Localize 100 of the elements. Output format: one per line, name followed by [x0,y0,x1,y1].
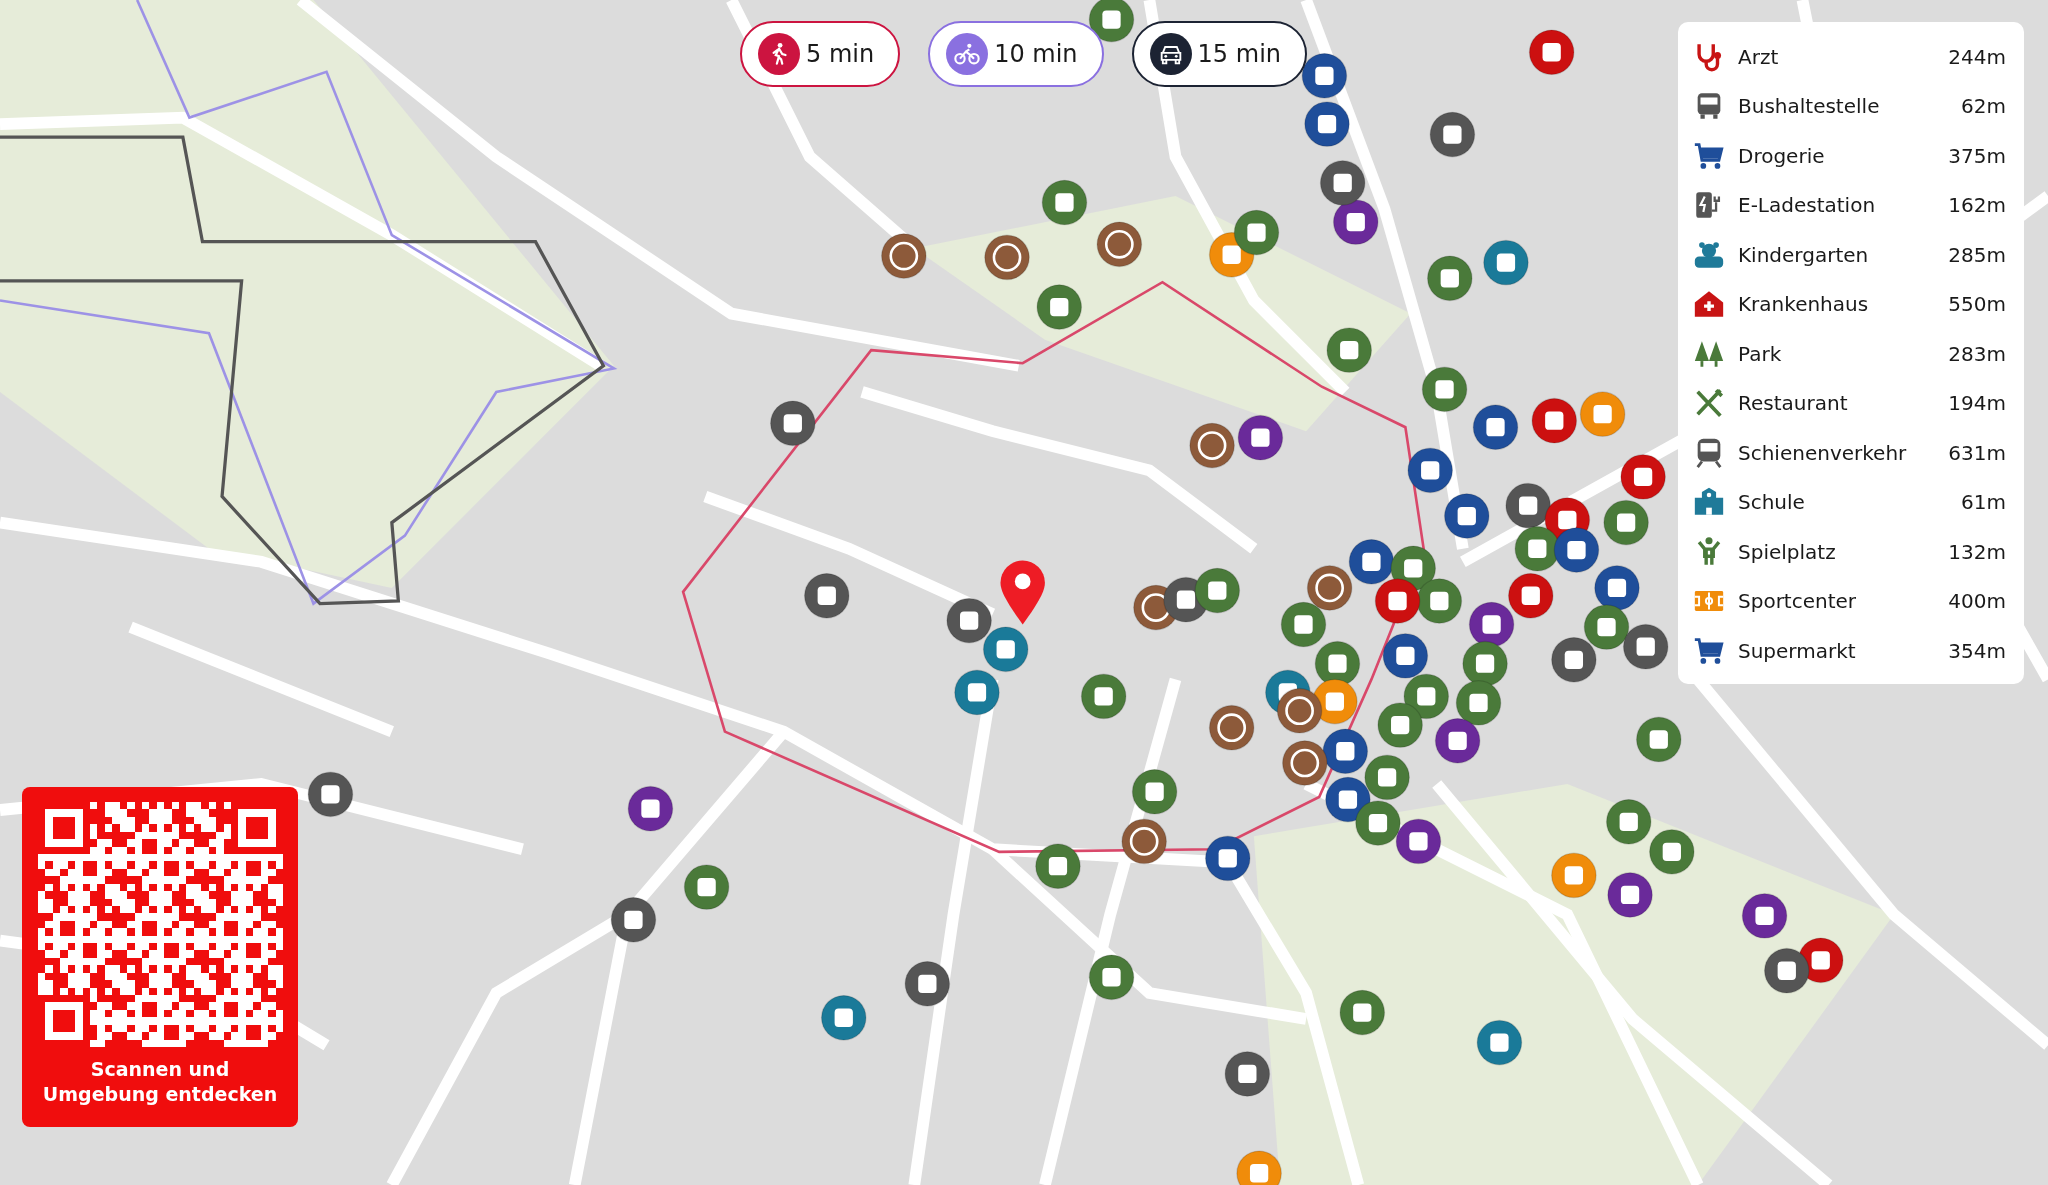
category-label: Krankenhaus [1738,292,1870,317]
map-marker-icon[interactable] [1189,422,1235,469]
distance-text: 162m [1948,193,2006,218]
map-marker-icon[interactable] [946,597,992,644]
map-marker-icon[interactable] [1468,601,1515,648]
map-marker-icon[interactable] [1648,828,1695,875]
map-marker-icon[interactable] [1531,397,1578,444]
distance-text: 550m [1948,292,2006,317]
map-marker-icon[interactable] [1319,160,1366,206]
map-marker-icon[interactable] [1281,740,1328,786]
category-label: Park [1738,341,1783,366]
map-marker-icon[interactable] [1036,284,1083,330]
map-marker-icon[interactable] [1237,414,1284,461]
map-marker-icon[interactable] [1483,239,1529,286]
map-marker-icon[interactable] [1280,601,1327,648]
category-label: E-Ladestation [1738,193,1877,218]
distance-text: 400m [1948,589,2006,614]
travel-time-button[interactable]: 5 min [740,21,901,87]
distance-text: 631m [1948,440,2006,465]
map-marker-icon[interactable] [982,626,1029,673]
travel-time-button[interactable]: 15 min [1131,21,1308,87]
map-marker-icon[interactable] [1276,687,1323,734]
map-marker-icon[interactable] [1374,578,1421,624]
map-marker-icon[interactable] [1416,578,1463,624]
map-marker-icon[interactable] [1594,565,1640,611]
map-marker-icon[interactable] [1204,835,1251,882]
map-marker-icon[interactable] [1035,843,1081,890]
map-marker-icon[interactable] [1194,567,1241,614]
map-marker-icon[interactable] [1377,702,1424,748]
map-marker-icon[interactable] [1462,640,1508,687]
map-marker-icon[interactable] [803,572,850,619]
map-marker-icon[interactable] [1233,209,1280,256]
map-marker-icon[interactable] [610,896,657,943]
qr-caption: Scannen und Umgebung entdecken [41,1057,279,1107]
map-marker-icon[interactable] [1579,391,1626,438]
distance-text: 61m [1961,490,2006,515]
category-label: Sportcenter [1738,589,1858,614]
map-marker-icon[interactable] [683,864,730,910]
map-marker-icon[interactable] [1443,493,1490,539]
map-marker-icon[interactable] [1348,538,1395,585]
map-marker-icon[interactable] [1301,52,1348,99]
category-label: Schienenverkehr [1738,440,1908,465]
map-marker-icon[interactable] [954,669,1000,716]
map-marker-icon[interactable] [1395,818,1442,865]
map-marker-icon[interactable] [820,994,867,1041]
map-marker-icon[interactable] [1041,179,1088,226]
map-marker-icon[interactable] [1455,680,1502,726]
category-label: Kindergarten [1738,242,1870,267]
map-marker-icon[interactable] [1472,404,1519,451]
map-marker-icon[interactable] [904,960,951,1007]
map-marker-icon[interactable] [1407,447,1454,494]
map-marker-icon[interactable] [1620,454,1666,500]
map-marker-icon[interactable] [1434,717,1481,764]
map-marker-icon[interactable] [1635,716,1682,763]
travel-time-button[interactable]: 10 min [928,21,1104,87]
map-marker-icon[interactable] [1421,366,1468,413]
map-marker-icon[interactable] [769,400,816,447]
map-marker-icon[interactable] [627,785,674,832]
map-marker-icon[interactable] [1505,482,1552,529]
map-marker-icon[interactable] [1096,221,1143,268]
map-marker-icon[interactable] [1131,768,1178,815]
map-marker-icon[interactable] [1224,1051,1271,1097]
map-marker-icon[interactable] [1605,798,1652,845]
map-marker-icon[interactable] [1088,0,1135,43]
map-marker-icon[interactable] [1304,101,1350,147]
distance-text: 132m [1948,539,2006,564]
map-marker-icon[interactable] [1382,633,1429,679]
map-marker-icon[interactable] [1306,565,1353,611]
map-marker-icon[interactable] [1507,572,1554,619]
map-marker-icon[interactable] [880,233,927,279]
map-marker-icon[interactable] [1355,800,1401,846]
map-marker-icon[interactable] [1583,604,1630,650]
distance-text: 285m [1948,242,2006,267]
map-marker-icon[interactable] [1429,111,1476,158]
map-marker-icon[interactable] [1426,255,1473,302]
map-marker-icon[interactable] [1339,989,1386,1036]
map-marker-icon[interactable] [307,771,354,818]
map-marker-icon[interactable] [1603,499,1649,546]
map-marker-icon[interactable] [1741,893,1788,939]
map-marker-icon[interactable] [1607,872,1653,918]
map-marker-icon[interactable] [1088,954,1135,1001]
map-marker-icon[interactable] [1080,673,1127,720]
map-marker-icon[interactable] [984,234,1030,281]
map-marker-icon[interactable] [1364,754,1410,801]
map-marker-icon[interactable] [1208,704,1255,751]
distance-text: 354m [1948,638,2006,663]
map-marker-icon[interactable] [1476,1019,1523,1066]
map-marker-icon[interactable] [1622,623,1669,670]
map-marker-icon[interactable] [1236,1150,1282,1185]
map-marker-icon[interactable] [1551,852,1597,899]
map-marker-icon[interactable] [1326,327,1373,373]
map-marker-icon[interactable] [1322,728,1369,775]
map-marker-icon[interactable] [1121,818,1168,865]
category-label: Supermarkt [1738,638,1857,663]
map-marker-icon[interactable] [1528,29,1575,76]
map-marker-icon[interactable] [1332,199,1379,245]
map-marker-icon[interactable] [1763,947,1810,994]
distance-text: 244m [1948,44,2006,69]
map-marker-icon[interactable] [1553,527,1600,573]
map-marker-icon[interactable] [1551,636,1597,683]
